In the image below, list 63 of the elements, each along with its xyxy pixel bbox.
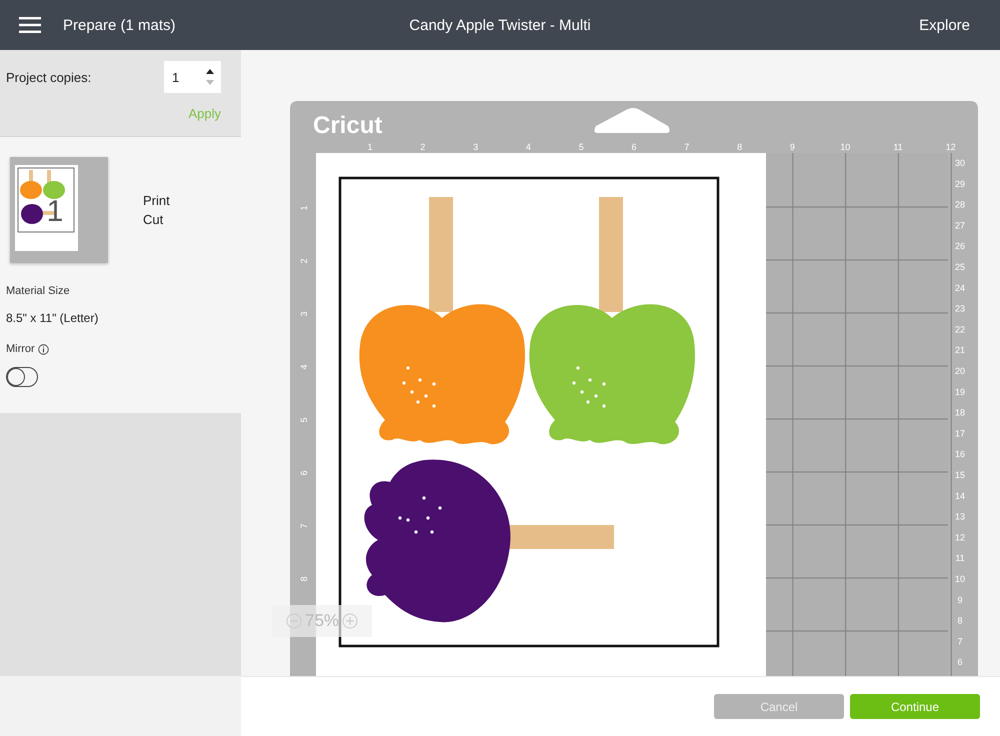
mat-number: 1 bbox=[46, 195, 64, 228]
ruler-number: 9 bbox=[790, 142, 795, 152]
ruler-number: 24 bbox=[955, 282, 965, 293]
ruler-number: 16 bbox=[955, 449, 965, 460]
ruler-number: 9 bbox=[958, 594, 962, 605]
ruler-number: 14 bbox=[955, 490, 965, 501]
ruler-number: 1 bbox=[368, 142, 372, 152]
brand-logo: Cricut bbox=[313, 112, 382, 139]
ruler-number: 8 bbox=[958, 616, 962, 626]
ruler-number: 15 bbox=[955, 470, 965, 480]
ruler-number: 5 bbox=[299, 418, 309, 422]
ruler-number: 12 bbox=[955, 532, 965, 542]
ruler-number: 22 bbox=[955, 324, 965, 334]
page-title: Prepare (1 mats) bbox=[63, 16, 176, 34]
explore-link[interactable]: Explore bbox=[919, 16, 970, 34]
ruler-number: 5 bbox=[578, 142, 584, 152]
menu-icon[interactable] bbox=[19, 17, 41, 33]
copies-field[interactable]: 1 bbox=[164, 61, 221, 93]
ruler-number: 18 bbox=[955, 408, 965, 418]
ruler-number: 10 bbox=[955, 574, 965, 584]
operation-label: Print bbox=[143, 193, 170, 208]
material-size-label: Material Size bbox=[6, 285, 71, 297]
ruler-number: 2 bbox=[299, 258, 309, 264]
ruler-number: 26 bbox=[955, 241, 965, 252]
copies-label: Project copies: bbox=[6, 70, 92, 84]
mirror-toggle[interactable] bbox=[6, 367, 38, 387]
ruler-number: 6 bbox=[299, 470, 309, 476]
ruler-number: 7 bbox=[299, 524, 309, 528]
ruler-number: 2 bbox=[420, 142, 426, 152]
ruler-number: 7 bbox=[958, 636, 962, 646]
operation-label: Cut bbox=[143, 212, 164, 227]
ruler-number: 7 bbox=[684, 142, 690, 152]
ruler-number: 25 bbox=[955, 262, 965, 272]
ruler-number: 6 bbox=[632, 142, 636, 152]
mat-thumbnail[interactable]: 1 bbox=[10, 157, 108, 263]
zoom-level: 75% bbox=[304, 611, 340, 631]
ruler-number: 29 bbox=[955, 178, 965, 189]
ruler-number: 8 bbox=[299, 576, 309, 582]
ruler-number: 17 bbox=[955, 428, 965, 438]
ruler-number: 11 bbox=[955, 553, 965, 564]
material-size-value: 8.5" x 11" (Letter) bbox=[6, 311, 100, 325]
mirror-label: Mirror bbox=[6, 343, 35, 355]
ruler-number: 19 bbox=[955, 386, 965, 397]
stepper-icon[interactable] bbox=[205, 67, 215, 87]
ruler-number: 1 bbox=[299, 206, 309, 210]
ruler-number: 4 bbox=[526, 142, 531, 152]
ruler-number: 28 bbox=[955, 200, 965, 210]
ruler-number: 27 bbox=[955, 220, 965, 230]
ruler-number: 23 bbox=[955, 304, 965, 314]
ruler-number: 20 bbox=[955, 366, 965, 376]
ruler-number: 8 bbox=[737, 142, 742, 152]
ruler-number: 12 bbox=[946, 142, 956, 152]
ruler-number: 6 bbox=[958, 657, 962, 668]
ruler-number: 3 bbox=[473, 142, 478, 152]
ruler-number: 13 bbox=[955, 512, 965, 522]
ruler-number: 21 bbox=[955, 345, 965, 356]
ruler-number: 30 bbox=[955, 158, 965, 168]
info-icon[interactable] bbox=[38, 344, 49, 354]
project-name: Candy Apple Twister - Multi bbox=[409, 16, 591, 34]
ruler-number: 4 bbox=[299, 364, 309, 370]
ruler-number: 10 bbox=[840, 142, 850, 152]
ruler-number: 3 bbox=[299, 312, 309, 316]
ruler-number: 11 bbox=[893, 142, 903, 152]
